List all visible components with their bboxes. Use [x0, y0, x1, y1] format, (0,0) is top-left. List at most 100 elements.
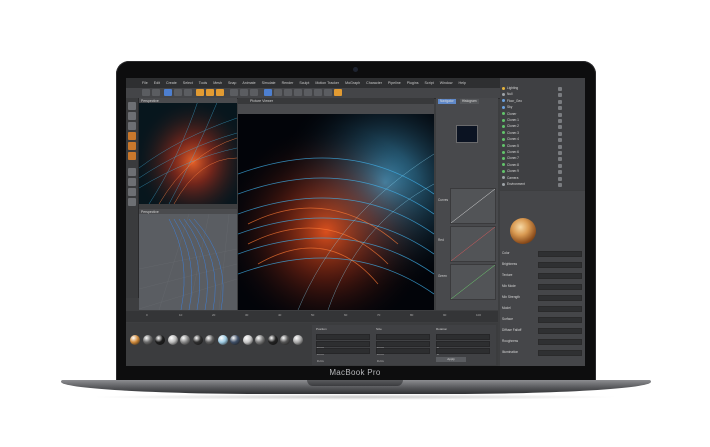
axis-mode-icon[interactable] — [128, 168, 136, 176]
object-tag-icon[interactable] — [558, 125, 562, 130]
object-list-item[interactable]: Cloner.7 — [502, 156, 562, 162]
coord-field[interactable]: 0 cm — [316, 334, 370, 349]
object-tag-icon[interactable] — [558, 157, 562, 162]
scale-tool-icon[interactable] — [174, 89, 182, 96]
menu-item[interactable]: Select — [183, 81, 193, 85]
light-icon[interactable] — [334, 89, 342, 96]
render-picture-viewer-icon[interactable] — [240, 89, 248, 96]
attribute-field[interactable] — [538, 306, 582, 312]
y-axis-icon[interactable] — [206, 89, 214, 96]
pen-icon[interactable] — [274, 89, 282, 96]
floor-icon[interactable] — [314, 89, 322, 96]
render-view-icon[interactable] — [230, 89, 238, 96]
deformer-icon[interactable] — [304, 89, 312, 96]
attribute-field[interactable] — [538, 295, 582, 301]
object-list-item[interactable]: Cloner.3 — [502, 131, 562, 137]
green-graph[interactable] — [450, 264, 496, 300]
object-list-item[interactable]: Null — [502, 92, 562, 98]
material-swatch[interactable] — [205, 335, 215, 345]
attribute-field[interactable] — [538, 339, 582, 345]
menu-item[interactable]: Animate — [242, 81, 255, 85]
curves-graph[interactable] — [450, 188, 496, 224]
object-tag-icon[interactable] — [558, 119, 562, 123]
coord-field[interactable]: 0 ° — [436, 334, 490, 349]
points-mode-icon[interactable] — [128, 132, 136, 140]
object-tag-icon[interactable] — [558, 170, 562, 175]
menu-item[interactable]: Create — [166, 81, 177, 85]
apply-button[interactable]: Apply — [436, 357, 466, 362]
material-swatch[interactable] — [130, 335, 140, 345]
attribute-field[interactable] — [538, 251, 582, 257]
attribute-field[interactable] — [538, 328, 582, 334]
model-mode-icon[interactable] — [128, 102, 136, 110]
object-tag-icon[interactable] — [558, 131, 562, 136]
snap-icon[interactable] — [128, 188, 136, 196]
menu-item[interactable]: Motion Tracker — [315, 81, 339, 85]
undo-icon[interactable] — [142, 89, 150, 96]
object-list-item[interactable]: Camera — [502, 176, 562, 182]
material-swatch[interactable] — [242, 335, 253, 345]
camera-object-icon[interactable] — [324, 89, 332, 96]
material-swatch[interactable] — [255, 335, 265, 345]
menu-item[interactable]: Edit — [154, 81, 160, 85]
subdivision-icon[interactable] — [284, 89, 292, 96]
material-swatch[interactable] — [230, 335, 240, 345]
coord-field[interactable]: 0 ° — [436, 348, 490, 363]
object-tag-icon[interactable] — [558, 176, 562, 181]
object-list-item[interactable]: Cloner.1 — [502, 118, 562, 124]
attribute-field[interactable] — [538, 284, 582, 290]
texture-mode-icon[interactable] — [128, 112, 136, 120]
object-list-item[interactable]: Cloner.4 — [502, 137, 562, 143]
object-list-item[interactable]: Cloner.9 — [502, 169, 562, 175]
material-swatch[interactable] — [142, 335, 153, 345]
object-tag-icon[interactable] — [558, 106, 562, 111]
attribute-field[interactable] — [538, 273, 582, 279]
object-list-item[interactable]: Floor_Geo — [502, 99, 562, 105]
object-list-item[interactable]: Sky — [502, 105, 562, 111]
object-tag-icon[interactable] — [558, 138, 562, 143]
material-swatch[interactable] — [155, 335, 165, 345]
coord-field[interactable]: 0 cm — [316, 341, 370, 356]
tab-navigator[interactable]: Navigator — [438, 99, 456, 104]
material-swatch[interactable] — [217, 335, 228, 345]
workplane-icon[interactable] — [128, 122, 136, 130]
object-list-item[interactable]: Cloner.5 — [502, 144, 562, 150]
object-list-item[interactable]: Lighting — [502, 86, 562, 92]
array-icon[interactable] — [294, 89, 302, 96]
red-graph[interactable] — [450, 226, 496, 262]
object-tag-icon[interactable] — [558, 87, 562, 91]
render-settings-icon[interactable] — [250, 89, 258, 96]
menu-item[interactable]: Character — [366, 81, 382, 85]
coord-field[interactable]: 0 cm — [376, 334, 430, 349]
tab-histogram[interactable]: Histogram — [460, 99, 479, 104]
coord-field[interactable]: 0 cm — [376, 341, 430, 356]
tweak-mode-icon[interactable] — [128, 178, 136, 186]
menu-item[interactable]: Pipeline — [388, 81, 401, 85]
material-swatch[interactable] — [167, 335, 178, 345]
attribute-field[interactable] — [538, 262, 582, 268]
object-list-item[interactable]: Environment — [502, 182, 562, 188]
object-tag-icon[interactable] — [558, 112, 562, 117]
material-swatch[interactable] — [180, 335, 190, 345]
menu-item[interactable]: Mesh — [213, 81, 222, 85]
coord-field[interactable]: 0 cm — [376, 348, 430, 363]
menu-item[interactable]: Window — [440, 81, 453, 85]
cube-icon[interactable] — [264, 89, 272, 96]
object-tag-icon[interactable] — [558, 93, 562, 98]
material-swatch[interactable] — [280, 335, 290, 345]
object-tag-icon[interactable] — [558, 144, 562, 149]
timeline[interactable]: 0 10 20 30 40 50 60 70 80 90 100 — [126, 311, 498, 322]
attribute-field[interactable] — [538, 350, 582, 356]
object-list-item[interactable]: Cloner.2 — [502, 124, 562, 130]
object-list-item[interactable]: Cloner — [502, 112, 562, 118]
polygons-mode-icon[interactable] — [128, 152, 136, 160]
menu-item[interactable]: Script — [425, 81, 434, 85]
menu-item[interactable]: Tools — [199, 81, 207, 85]
material-swatch[interactable] — [192, 335, 203, 345]
menu-item[interactable]: Plugins — [407, 81, 419, 85]
navigator-thumbnail[interactable] — [456, 125, 478, 143]
rendered-image[interactable] — [238, 114, 434, 310]
viewport-perspective-wireframe[interactable]: Perspective — [139, 209, 237, 310]
object-tag-icon[interactable] — [558, 99, 562, 104]
z-axis-icon[interactable] — [216, 89, 224, 96]
